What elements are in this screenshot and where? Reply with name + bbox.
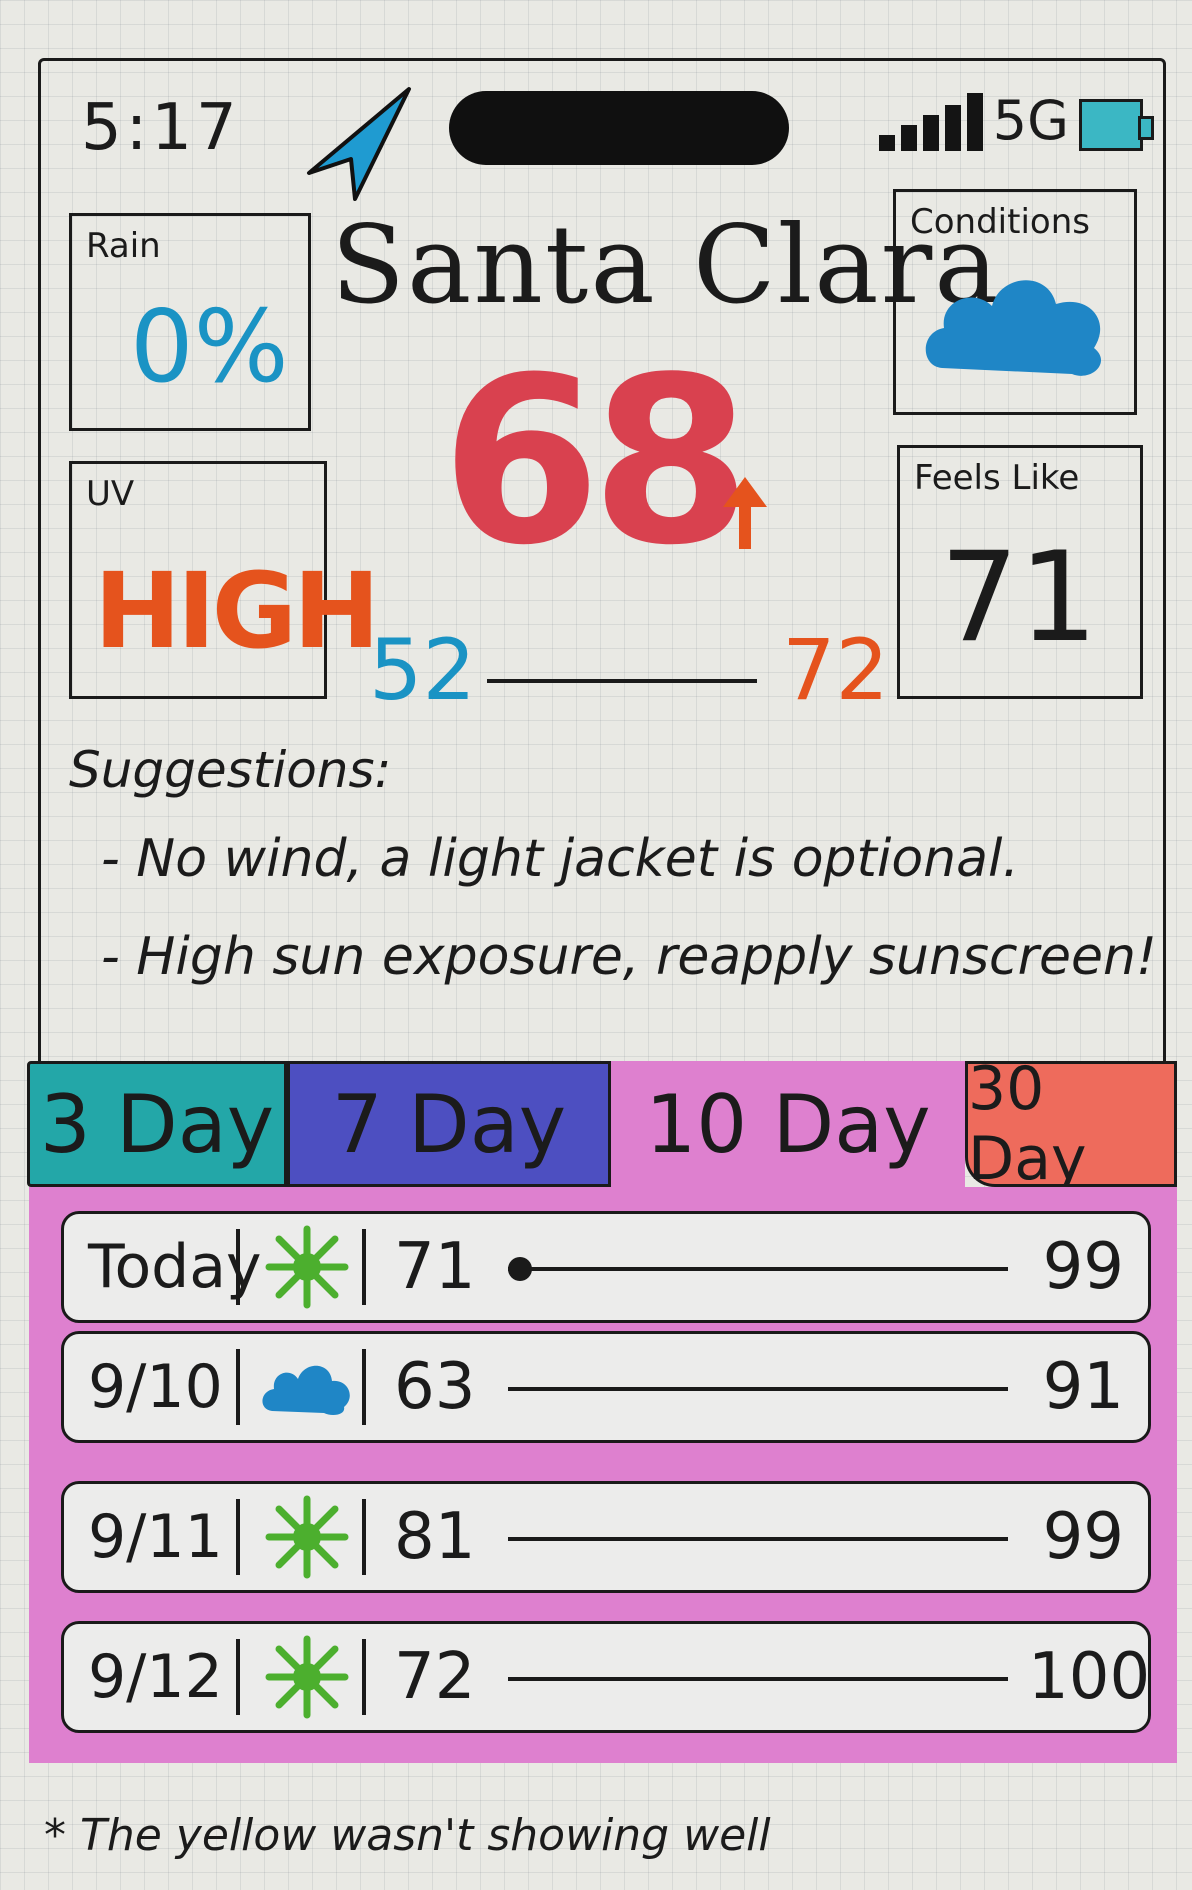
cloud-icon xyxy=(925,280,1102,376)
range-line xyxy=(508,1387,1008,1391)
temp-range-line xyxy=(487,679,757,683)
current-marker xyxy=(508,1257,532,1281)
divider xyxy=(362,1229,378,1305)
tab-10-day[interactable]: 10 Day xyxy=(611,1061,965,1187)
tab-7-day[interactable]: 7 Day xyxy=(287,1061,611,1187)
suggestions-title: Suggestions: xyxy=(69,741,392,799)
forecast-high: 99 xyxy=(1042,1500,1124,1574)
conditions-label: Conditions xyxy=(910,202,1090,242)
forecast-low: 72 xyxy=(394,1640,476,1714)
signal-icon xyxy=(878,91,983,151)
temp-range: 52 72 xyxy=(369,621,889,721)
uv-card[interactable]: UV HIGH xyxy=(69,461,380,699)
forecast-high: 99 xyxy=(1042,1230,1124,1304)
phone-frame: 5:17 5G Rain 0% UV HIGH Santa Clara 68 5… xyxy=(27,58,1177,1763)
forecast-day: Today xyxy=(88,1232,262,1302)
up-arrow-icon xyxy=(723,477,767,549)
divider xyxy=(236,1349,252,1425)
location-arrow-icon xyxy=(307,87,411,201)
temp-low: 52 xyxy=(369,621,476,719)
range-line xyxy=(508,1537,1008,1541)
temp-high: 72 xyxy=(782,621,889,719)
uv-value: HIGH xyxy=(94,550,380,672)
forecast-range-bar xyxy=(508,1237,1008,1297)
divider xyxy=(362,1499,378,1575)
forecast-day: 9/11 xyxy=(88,1502,223,1572)
forecast-row[interactable]: 9/12 72 100 xyxy=(61,1621,1151,1733)
feels-like-card[interactable]: Feels Like 71 xyxy=(897,445,1143,699)
forecast-low: 81 xyxy=(394,1500,476,1574)
forecast-day: 9/12 xyxy=(88,1642,223,1712)
battery-icon xyxy=(1079,99,1154,151)
cloud-icon xyxy=(252,1357,362,1417)
rain-card[interactable]: Rain 0% xyxy=(69,213,311,431)
footnote: * The yellow wasn't showing well xyxy=(44,1810,771,1861)
sun-icon xyxy=(252,1495,362,1579)
rain-label: Rain xyxy=(86,226,161,266)
conditions-card[interactable]: Conditions xyxy=(893,189,1137,415)
sun-icon xyxy=(252,1225,362,1309)
feels-like-label: Feels Like xyxy=(914,458,1080,498)
forecast-row[interactable]: 9/11 81 99 xyxy=(61,1481,1151,1593)
forecast-range-bar xyxy=(508,1647,1008,1707)
network-label: 5G xyxy=(992,89,1069,152)
range-line xyxy=(508,1267,1008,1271)
divider xyxy=(362,1639,378,1715)
forecast-range-bar xyxy=(508,1507,1008,1567)
uv-label: UV xyxy=(86,474,135,514)
forecast-row[interactable]: Today 71 99 xyxy=(61,1211,1151,1323)
forecast-low: 71 xyxy=(394,1230,476,1304)
sun-icon xyxy=(252,1635,362,1719)
divider xyxy=(236,1639,252,1715)
forecast-day: 9/10 xyxy=(88,1352,223,1422)
status-right: 5G xyxy=(878,89,1154,152)
forecast-high: 91 xyxy=(1042,1350,1124,1424)
forecast-high: 100 xyxy=(1028,1640,1151,1714)
range-line xyxy=(508,1677,1008,1681)
forecast-row[interactable]: 9/10 63 91 xyxy=(61,1331,1151,1443)
divider xyxy=(236,1499,252,1575)
dynamic-island xyxy=(449,91,789,165)
status-time: 5:17 xyxy=(81,91,241,165)
suggestion-item: - No wind, a light jacket is optional. xyxy=(101,829,1019,889)
feels-like-value: 71 xyxy=(940,526,1098,670)
rain-value: 0% xyxy=(130,288,289,405)
forecast-tabs: 3 Day 7 Day 10 Day 30 Day xyxy=(27,1054,1177,1194)
divider xyxy=(362,1349,378,1425)
current-temp: 68 xyxy=(441,329,751,596)
forecast-range-bar xyxy=(508,1357,1008,1417)
divider xyxy=(236,1229,252,1305)
tab-30-day[interactable]: 30 Day xyxy=(965,1054,1177,1194)
tab-3-day[interactable]: 3 Day xyxy=(27,1061,287,1187)
suggestion-item: - High sun exposure, reapply sunscreen! xyxy=(101,927,1157,987)
forecast-low: 63 xyxy=(394,1350,476,1424)
